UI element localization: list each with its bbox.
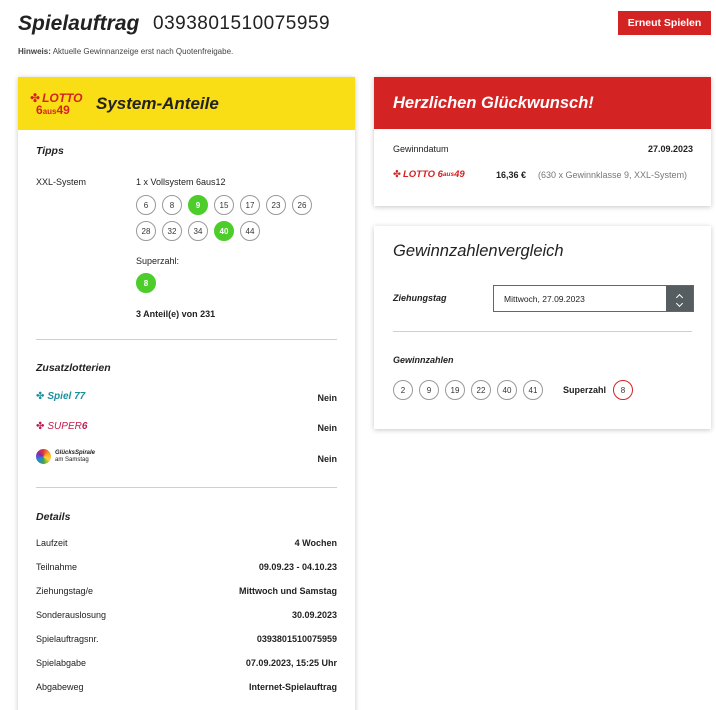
details-heading: Details: [36, 511, 71, 523]
winning-number-ball: 41: [523, 380, 543, 400]
detail-value: Mittwoch und Samstag: [238, 586, 337, 596]
system-card-title: System-Anteile: [96, 93, 219, 113]
win-amount: 16,36 €: [496, 170, 527, 180]
system-label: XXL-System: [36, 177, 87, 187]
tipp-number-ball: 26: [292, 195, 312, 215]
shares-text: 3 Anteil(e) von 231: [136, 309, 216, 319]
tipps-heading: Tipps: [36, 145, 64, 157]
tipp-number-ball: 15: [214, 195, 234, 215]
super6-value: Nein: [317, 423, 337, 433]
congrats-header: Herzlichen Glückwunsch!: [374, 77, 711, 129]
system-description: 1 x Vollsystem 6aus12: [136, 177, 226, 187]
win-detail: (630 x Gewinnklasse 9, XXL-System): [538, 170, 688, 180]
win-date-value: 27.09.2023: [647, 144, 693, 154]
winning-number-ball: 22: [471, 380, 491, 400]
gluecksspirale-logo: GlücksSpirale am Samstag: [36, 449, 95, 464]
draw-day-value: Mittwoch, 27.09.2023: [504, 294, 585, 304]
order-number: 0393801510075959: [153, 13, 331, 34]
tipp-number-ball: 28: [136, 221, 156, 241]
detail-value: 07.09.2023, 15:25 Uhr: [245, 658, 337, 668]
detail-value: 30.09.2023: [291, 610, 337, 620]
detail-label: Spielauftragsnr.: [36, 634, 99, 644]
superzahl-ball: 8: [136, 273, 156, 293]
tipp-number-ball: 32: [162, 221, 182, 241]
detail-label: Abgabeweg: [36, 682, 84, 692]
detail-label: Ziehungstag/e: [36, 586, 94, 596]
divider: [36, 487, 337, 488]
tipp-number-ball: 40: [214, 221, 234, 241]
winning-superzahl-ball: 8: [613, 380, 633, 400]
replay-button[interactable]: Erneut Spielen: [618, 11, 711, 35]
chevron-down-icon: [675, 299, 684, 307]
lotto-logo-small: ✤ LOTTO 6 aus 49: [393, 169, 465, 180]
tipp-number-ball: 9: [188, 195, 208, 215]
select-toggle[interactable]: [666, 286, 693, 311]
clover-icon: ✤: [36, 391, 45, 402]
draw-day-select[interactable]: Mittwoch, 27.09.2023: [493, 285, 694, 312]
spiel77-logo: ✤ Spiel 77: [36, 391, 86, 402]
page-title: Spielauftrag: [18, 12, 140, 35]
system-card-header: ✤ LOTTO 6aus49 System-Anteile: [18, 77, 355, 130]
winning-number-ball: 19: [445, 380, 465, 400]
clover-icon: ✤: [36, 421, 45, 432]
detail-label: Laufzeit: [36, 538, 68, 548]
detail-value: 09.09.23 - 04.10.23: [258, 562, 337, 572]
detail-label: Spielabgabe: [36, 658, 87, 668]
clover-icon: ✤: [393, 169, 401, 180]
sun-icon: [36, 449, 51, 464]
draw-day-label: Ziehungstag: [393, 293, 447, 303]
comparison-card: Gewinnzahlenvergleich Ziehungstag Mittwo…: [374, 226, 711, 429]
congrats-title: Herzlichen Glückwunsch!: [393, 93, 594, 112]
detail-label: Sonderauslosung: [36, 610, 107, 620]
winning-number-ball: 40: [497, 380, 517, 400]
super6-logo: ✤ SUPER 6: [36, 421, 88, 432]
tipp-number-ball: 6: [136, 195, 156, 215]
tipp-number-ball: 23: [266, 195, 286, 215]
winning-number-ball: 2: [393, 380, 413, 400]
tipp-number-ball: 17: [240, 195, 260, 215]
detail-value: 4 Wochen: [294, 538, 337, 548]
winning-numbers-heading: Gewinnzahlen: [393, 355, 454, 365]
superzahl-label: Superzahl:: [136, 256, 180, 266]
tipp-number-ball: 44: [240, 221, 260, 241]
superzahl-label: Superzahl: [563, 385, 607, 395]
divider: [393, 331, 692, 332]
congrats-card: Herzlichen Glückwunsch! Gewinndatum 27.0…: [374, 77, 711, 206]
zusatz-heading: Zusatzlotterien: [36, 362, 111, 374]
comparison-title: Gewinnzahlenvergleich: [393, 242, 564, 260]
gluecksspirale-value: Nein: [317, 454, 337, 464]
win-date-label: Gewinndatum: [393, 144, 449, 154]
winning-number-ball: 9: [419, 380, 439, 400]
divider: [36, 339, 337, 340]
system-card: ✤ LOTTO 6aus49 System-Anteile Tipps XXL-…: [18, 77, 355, 710]
detail-value: 0393801510075959: [256, 634, 337, 644]
tipp-number-ball: 34: [188, 221, 208, 241]
detail-label: Teilnahme: [36, 562, 78, 572]
tipp-number-ball: 8: [162, 195, 182, 215]
hint-text: Hinweis: Aktuelle Gewinnanzeige erst nac…: [18, 47, 234, 56]
detail-value: Internet-Spielauftrag: [248, 682, 337, 692]
spiel77-value: Nein: [317, 393, 337, 403]
